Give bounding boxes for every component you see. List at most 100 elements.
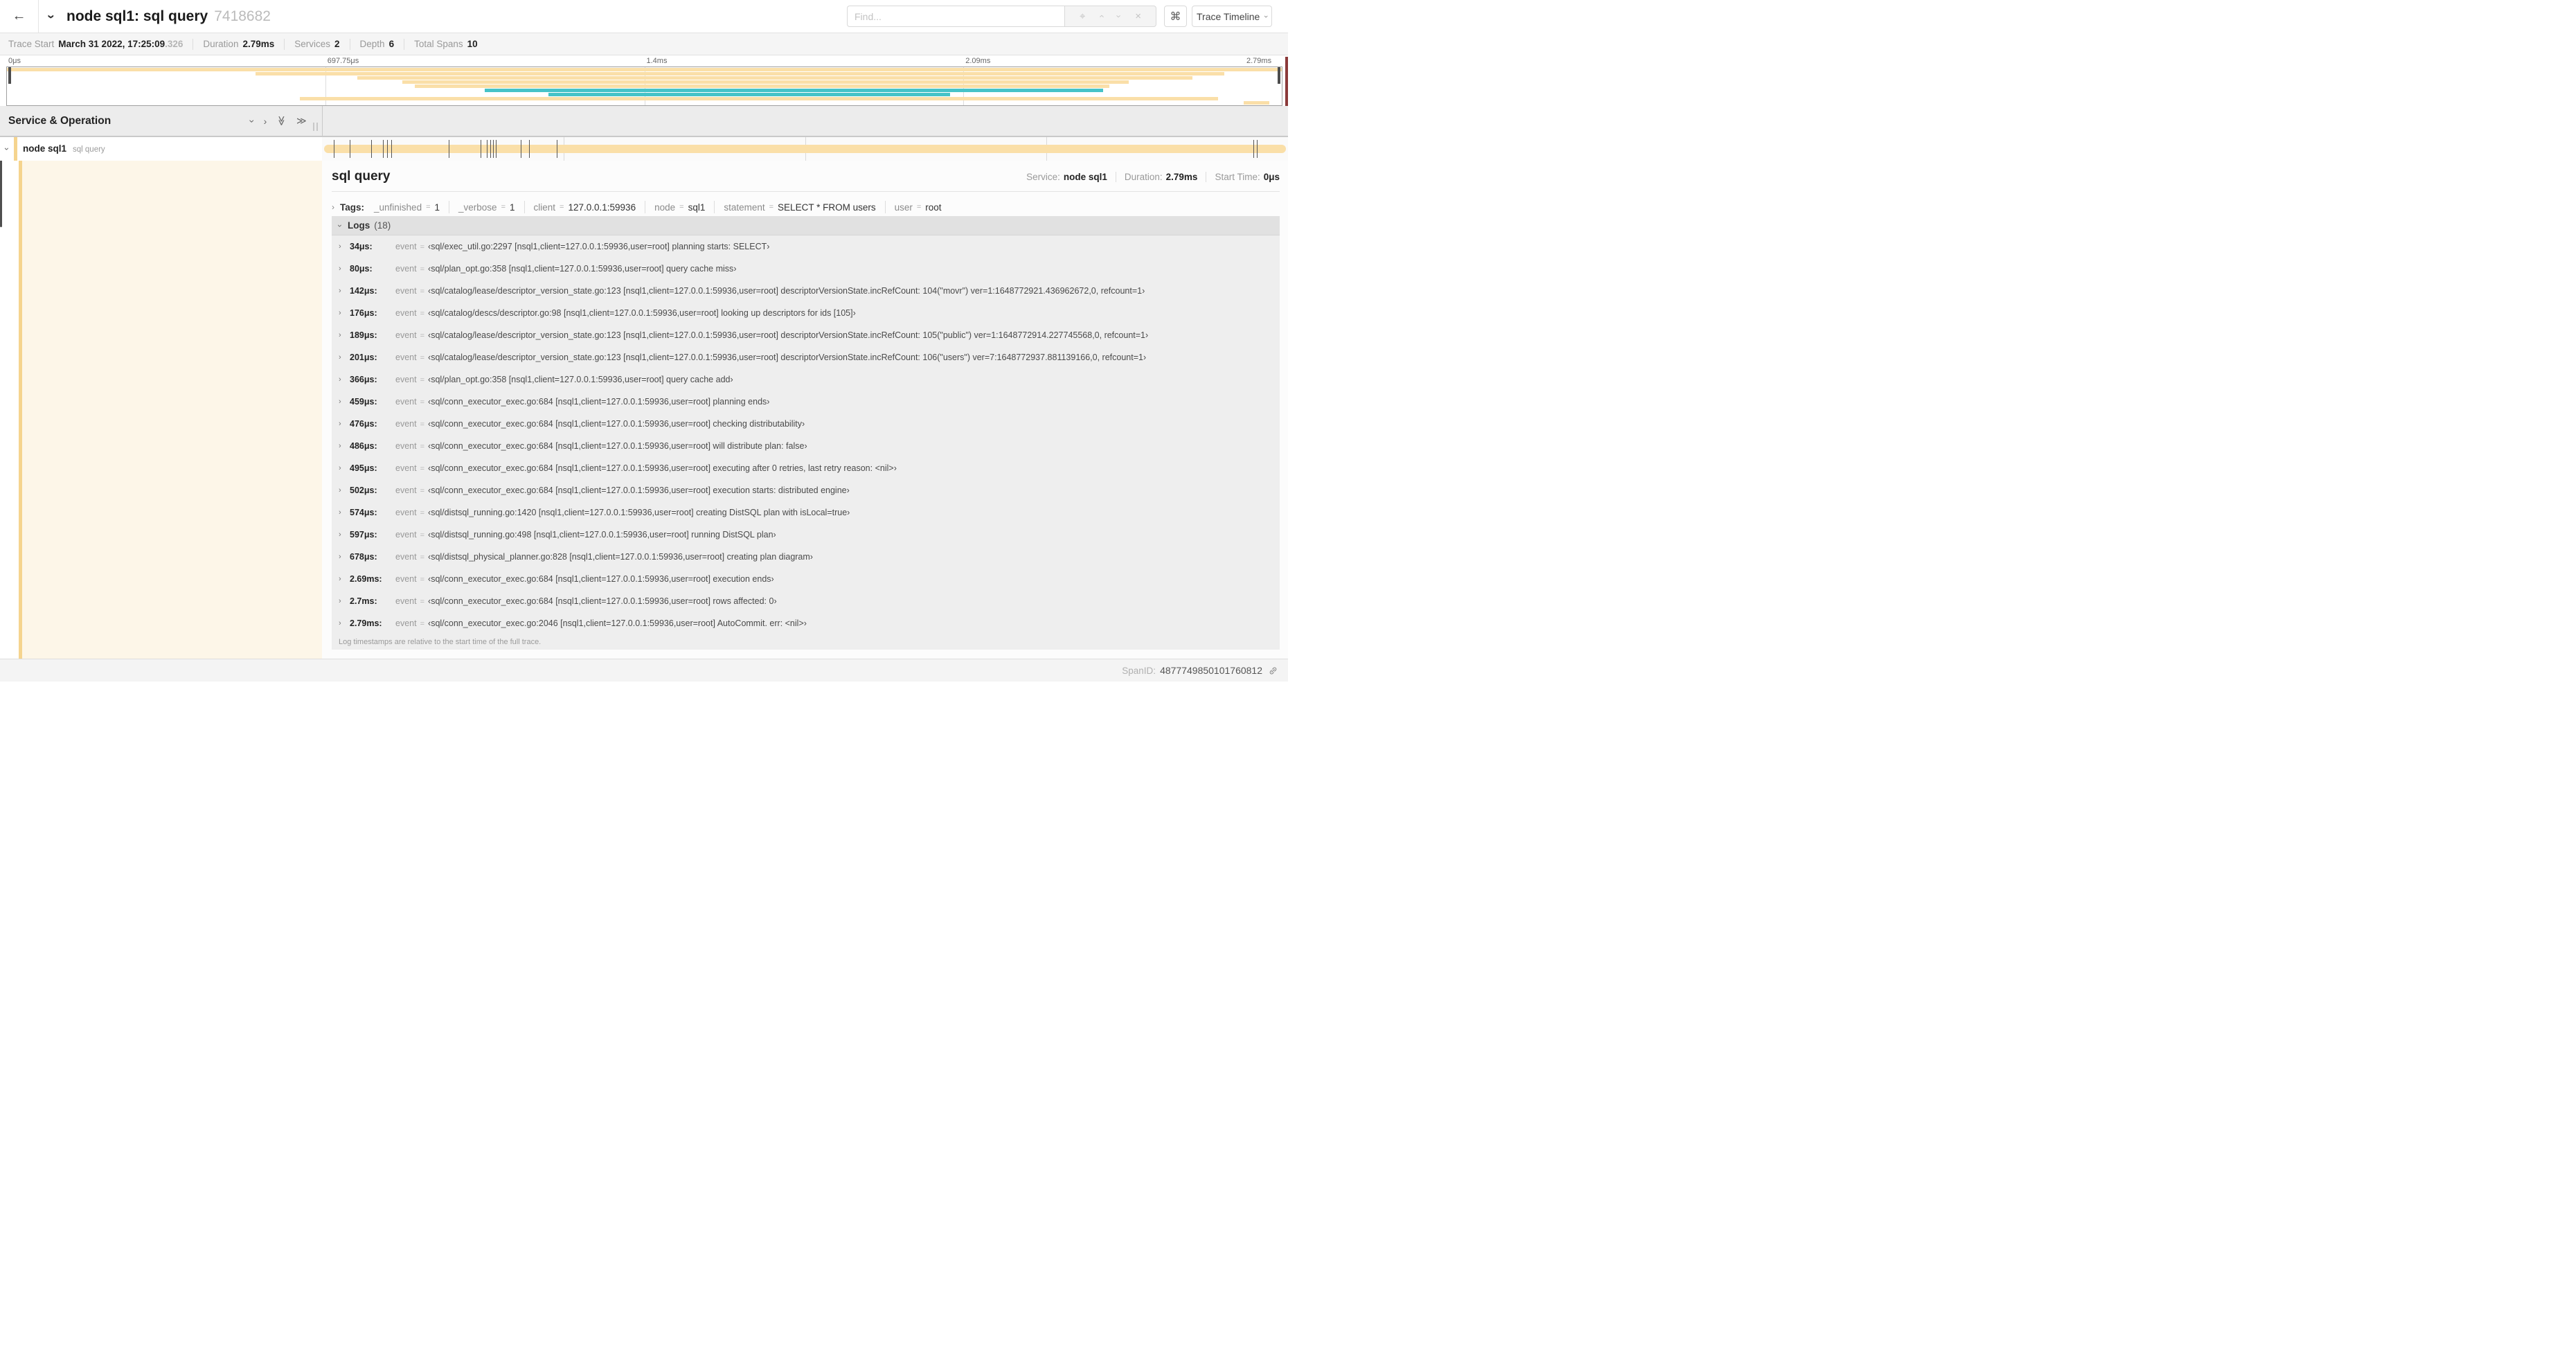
log-event-value: sql/plan_opt.go:358 [nsql1,client=127.0.… (431, 375, 731, 384)
log-equals: = (420, 576, 425, 584)
log-equals: = (420, 465, 425, 473)
next-match-icon[interactable]: › (1114, 15, 1125, 17)
chevron-down-icon: › (1262, 15, 1271, 18)
log-row[interactable]: › 2.7ms: event = ‹sql/conn_executor_exec.g… (332, 590, 1280, 612)
minimap-span-bar (1243, 101, 1269, 105)
trace-start-label: Trace Start (8, 39, 55, 49)
log-row[interactable]: › 80μs: event = ‹sql/plan_opt.go:358 [nsql… (332, 258, 1280, 280)
minimap-span-row (7, 80, 1282, 84)
log-row[interactable]: › 597μs: event = ‹sql/distsql_running.go:4… (332, 524, 1280, 546)
log-marker-tick[interactable] (486, 140, 488, 158)
back-button[interactable]: ← (0, 0, 39, 33)
chevron-right-icon: › (339, 265, 341, 273)
log-row[interactable]: › 189μs: event = ‹sql/catalog/lease/descri… (332, 324, 1280, 346)
depth-label: Depth (359, 39, 385, 49)
page-title: node sql1: sql query 7418682 (66, 0, 271, 33)
log-timestamp: 142μs: (350, 286, 377, 296)
log-row[interactable]: › 34μs: event = ‹sql/exec_util.go:2297 [ns… (332, 235, 1280, 258)
tag-equals: = (916, 203, 922, 211)
trace-minimap[interactable] (6, 66, 1282, 106)
quote-close: › (773, 596, 777, 606)
link-icon[interactable] (1268, 666, 1278, 676)
log-marker-tick[interactable] (495, 140, 497, 158)
span-row-name-cell[interactable]: › node sql1 sql query (0, 137, 322, 161)
log-marker-tick[interactable] (391, 140, 393, 158)
locate-icon[interactable]: ⌖ (1080, 10, 1085, 22)
log-row[interactable]: › 678μs: event = ‹sql/distsql_physical_pla… (332, 546, 1280, 568)
log-row[interactable]: › 2.79ms: event = ‹sql/conn_executor_exec.… (332, 612, 1280, 634)
log-marker-tick[interactable] (490, 140, 491, 158)
log-marker-tick[interactable] (383, 140, 384, 158)
span-row[interactable]: › node sql1 sql query (0, 137, 1288, 161)
start-time-value: 0μs (1263, 172, 1280, 182)
tag-key: _unfinished (374, 202, 422, 213)
log-message: event = ‹sql/distsql_physical_planner.go:8… (395, 552, 813, 562)
top-bar: ← › node sql1: sql query 7418682 ⌖ › › ×… (0, 0, 1288, 33)
log-equals: = (420, 531, 425, 540)
log-marker-tick[interactable] (387, 140, 388, 158)
quote-close: › (733, 264, 737, 274)
trace-timeline-dropdown[interactable]: Trace Timeline › (1192, 6, 1272, 27)
chevron-right-icon: › (339, 597, 341, 605)
log-timestamp: 189μs: (350, 330, 377, 340)
minimap-tick-label: 0μs (8, 57, 21, 65)
tag-equals: = (501, 203, 506, 211)
logs-header[interactable]: › Logs (18) (332, 216, 1280, 235)
keyboard-shortcuts-button[interactable]: ⌘ (1164, 6, 1187, 27)
log-timestamp: 80μs: (350, 264, 373, 274)
log-equals: = (420, 354, 425, 362)
log-row[interactable]: › 574μs: event = ‹sql/distsql_running.go:1… (332, 501, 1280, 524)
log-message: event = ‹sql/plan_opt.go:358 [nsql1,client… (395, 375, 733, 384)
log-marker-tick[interactable] (371, 140, 372, 158)
log-message: event = ‹sql/conn_executor_exec.go:684 [ns… (395, 441, 807, 451)
minimap-right-scrubber-handle[interactable] (1278, 67, 1280, 84)
minimap-left-scrubber-handle[interactable] (8, 67, 11, 84)
expand-all-icon[interactable]: ≫ (296, 115, 307, 127)
span-track[interactable] (322, 137, 1288, 161)
minimap-span-bar (402, 80, 1129, 84)
log-row[interactable]: › 502μs: event = ‹sql/conn_executor_exec.g… (332, 479, 1280, 501)
log-row[interactable]: › 2.69ms: event = ‹sql/conn_executor_exec.… (332, 568, 1280, 590)
log-marker-tick[interactable] (1253, 140, 1255, 158)
log-message: event = ‹sql/catalog/lease/descriptor_vers… (395, 330, 1148, 340)
log-marker-tick[interactable] (493, 140, 494, 158)
minimap-span-bar (485, 89, 1104, 92)
collapse-all-icon[interactable]: ≫ (276, 116, 287, 126)
log-row[interactable]: › 142μs: event = ‹sql/catalog/lease/descri… (332, 280, 1280, 302)
log-event-value: sql/distsql_running.go:1420 [nsql1,clien… (431, 508, 848, 517)
logs-section: › Logs (18) › 34μs: event = ‹sql/exec_util… (332, 216, 1280, 650)
log-row[interactable]: › 495μs: event = ‹sql/conn_executor_exec.g… (332, 457, 1280, 479)
log-row[interactable]: › 366μs: event = ‹sql/plan_opt.go:358 [nsq… (332, 368, 1280, 391)
log-equals: = (420, 420, 425, 429)
log-row[interactable]: › 476μs: event = ‹sql/conn_executor_exec.g… (332, 413, 1280, 435)
tags-row[interactable]: › Tags: _unfinished = 1 _verbose = 1 cli… (332, 198, 942, 216)
log-timestamp: 366μs: (350, 375, 377, 384)
span-expander[interactable]: › (2, 137, 12, 161)
log-row[interactable]: › 486μs: event = ‹sql/conn_executor_exec.g… (332, 435, 1280, 457)
log-marker-tick[interactable] (528, 140, 530, 158)
tag-equals: = (769, 203, 774, 211)
clear-search-icon[interactable]: × (1135, 10, 1141, 22)
log-marker-tick[interactable] (1256, 140, 1258, 158)
find-input[interactable] (847, 6, 1064, 27)
log-event-key: event (395, 508, 417, 517)
minimap-span-bar (548, 93, 951, 96)
quote-close: › (810, 552, 813, 562)
services-label: Services (294, 39, 331, 49)
chevron-down-icon: › (44, 14, 59, 19)
collapse-one-icon[interactable]: › (247, 119, 258, 123)
collapse-trace-header-button[interactable]: › (44, 0, 58, 33)
prev-match-icon[interactable]: › (1096, 15, 1107, 17)
expand-one-icon[interactable]: › (264, 116, 267, 127)
log-event-value: sql/distsql_running.go:498 [nsql1,client… (431, 530, 773, 540)
logs-label: Logs (348, 220, 370, 231)
log-row[interactable]: › 176μs: event = ‹sql/catalog/descs/descri… (332, 302, 1280, 324)
log-row[interactable]: › 459μs: event = ‹sql/conn_executor_exec.g… (332, 391, 1280, 413)
span-footer: SpanID: 4877749850101760812 (0, 659, 1288, 682)
tag-value: 1 (510, 202, 515, 213)
log-timestamp: 502μs: (350, 485, 377, 495)
log-row[interactable]: › 201μs: event = ‹sql/catalog/lease/descri… (332, 346, 1280, 368)
quote-close: › (771, 574, 774, 584)
log-event-key: event (395, 353, 417, 362)
column-resize-handle[interactable] (313, 123, 318, 131)
